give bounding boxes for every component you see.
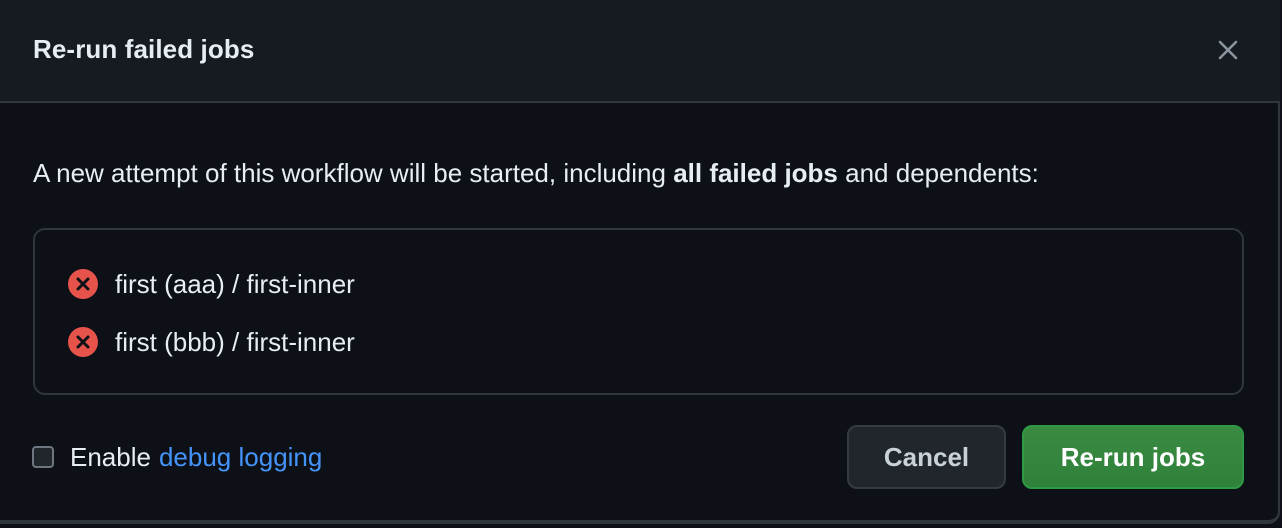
close-icon xyxy=(1218,40,1238,60)
debug-logging-checkbox[interactable] xyxy=(32,446,54,468)
list-item: first (aaa) / first-inner xyxy=(67,268,355,300)
list-item: first (bbb) / first-inner xyxy=(67,326,355,358)
job-label: first (bbb) / first-inner xyxy=(115,326,355,357)
dialog-title: Re-run failed jobs xyxy=(33,34,255,64)
description-suffix: and dependents: xyxy=(837,158,1039,188)
debug-label-prefix: Enable xyxy=(70,441,151,472)
dialog-description: A new attempt of this workflow will be s… xyxy=(33,158,1039,189)
x-circle-fill-icon xyxy=(67,326,99,358)
debug-logging-link[interactable]: debug logging xyxy=(159,442,322,472)
cancel-button[interactable]: Cancel xyxy=(847,425,1006,489)
dialog-header: Re-run failed jobs xyxy=(0,0,1280,103)
rerun-jobs-button[interactable]: Re-run jobs xyxy=(1022,425,1244,489)
job-label: first (aaa) / first-inner xyxy=(115,268,355,299)
x-circle-fill-icon xyxy=(67,268,99,300)
description-bold: all failed jobs xyxy=(673,158,838,188)
debug-logging-row: Enable debug logging xyxy=(32,441,322,473)
close-button[interactable] xyxy=(1210,32,1246,68)
jobs-list: first (aaa) / first-inner first (bbb) / … xyxy=(33,228,1244,395)
rerun-dialog: Re-run failed jobs A new attempt of this… xyxy=(0,0,1280,524)
debug-logging-label: Enable debug logging xyxy=(70,442,322,473)
description-prefix: A new attempt of this workflow will be s… xyxy=(33,158,674,188)
